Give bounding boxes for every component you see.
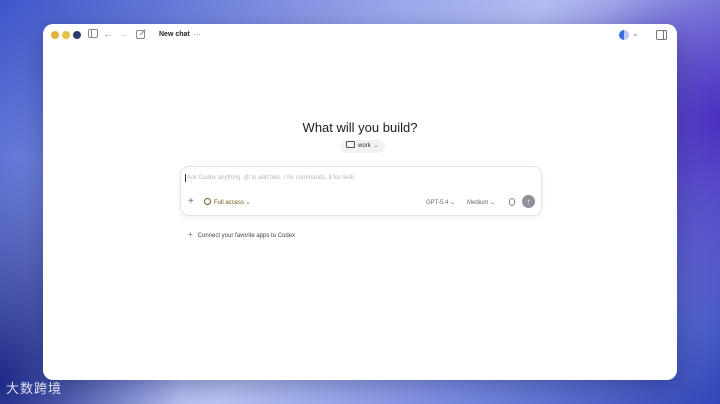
plus-icon[interactable]: + (188, 197, 194, 207)
prompt-input[interactable]: Ask Codex anything. @ to add files, / fo… (184, 174, 355, 182)
shield-icon (204, 198, 211, 205)
sidebar-toggle-icon[interactable] (87, 29, 99, 41)
app-window: ← → New chat … ⌄ What will you build? wo… (43, 24, 677, 380)
prompt-composer[interactable]: Ask Codex anything. @ to add files, / fo… (180, 166, 542, 216)
forward-arrow-icon[interactable]: → (117, 29, 129, 41)
chevron-down-icon: ⌄ (373, 143, 379, 149)
connect-apps-label: Connect your favorite apps to Codex (197, 233, 296, 239)
effort-selector[interactable]: Medium ⌄ (467, 199, 495, 206)
app-logo-icon (619, 30, 629, 40)
connect-apps-link[interactable]: + Connect your favorite apps to Codex (188, 230, 295, 239)
window-close-dot[interactable] (51, 31, 59, 39)
chevron-down-icon: ⌄ (632, 29, 639, 38)
model-label: GPT-5.4 (426, 200, 449, 206)
send-arrow-icon[interactable]: ↑ (522, 195, 535, 208)
access-mode-label: Full access (214, 200, 245, 207)
back-arrow-icon[interactable]: ← (102, 29, 114, 41)
window-minimize-dot[interactable] (62, 31, 70, 39)
effort-label: Medium (467, 200, 489, 206)
title-bar: ← → New chat … ⌄ (43, 24, 677, 46)
access-mode-button[interactable]: Full access ⌄ (204, 198, 251, 207)
folder-icon (346, 140, 355, 148)
workspace-selector[interactable]: work ⌄ (340, 140, 385, 153)
microphone-icon[interactable] (509, 198, 515, 206)
watermark-logo: 大数跨境 (6, 378, 62, 397)
model-selector[interactable]: GPT-5.4 ⌄ (426, 199, 455, 206)
watermark-text: 大数跨境 (6, 381, 63, 396)
plus-icon: + (188, 230, 193, 239)
new-chat-icon[interactable] (135, 29, 147, 41)
app-switcher[interactable]: ⌄ (619, 29, 641, 41)
more-options-icon[interactable]: … (193, 28, 202, 37)
chat-title[interactable]: New chat (159, 31, 190, 38)
workspace-label: work (358, 143, 371, 149)
window-zoom-dot[interactable] (73, 31, 81, 39)
page-title: What will you build? (302, 120, 418, 135)
right-panel-toggle-icon[interactable] (656, 30, 667, 40)
